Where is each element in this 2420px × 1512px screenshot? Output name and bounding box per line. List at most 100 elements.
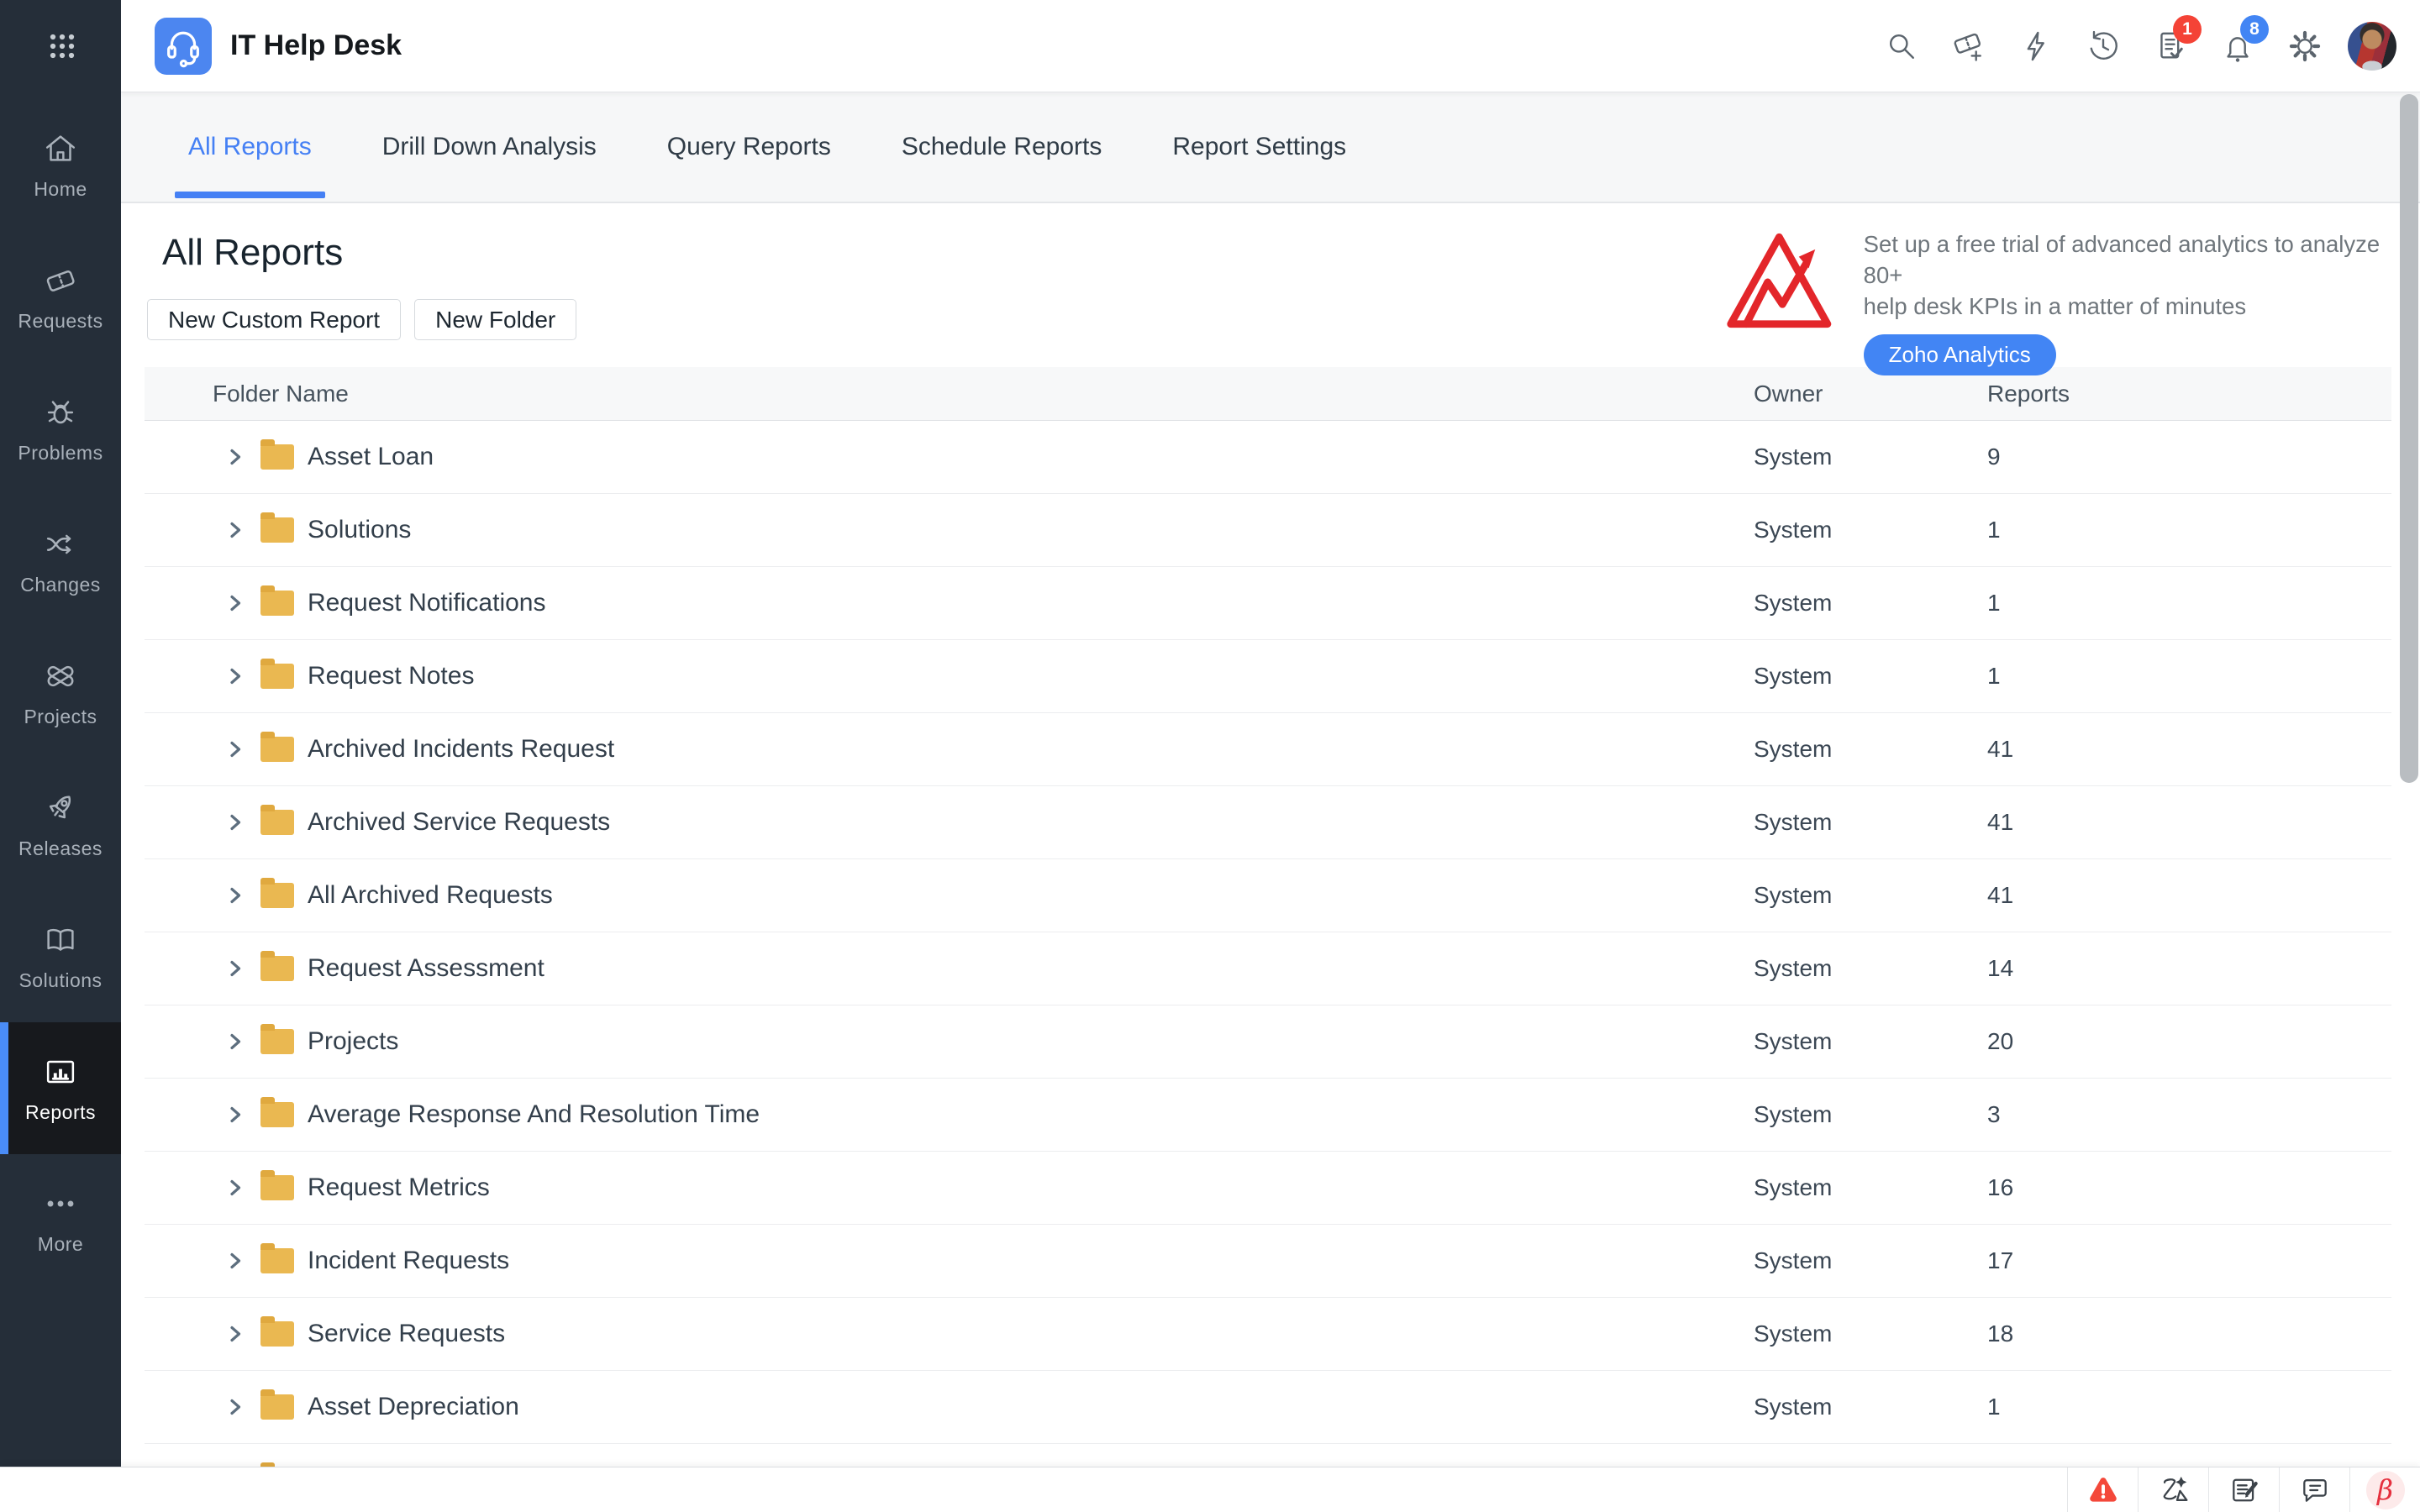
owner-cell: System [1748,955,1987,982]
notifications-button[interactable]: 8 [2218,27,2257,66]
settings-button[interactable] [2286,27,2324,66]
sidebar-item-solutions[interactable]: Solutions [0,890,121,1022]
reports-tab-bar: All Reports Drill Down Analysis Query Repo… [121,92,2420,203]
history-button[interactable] [2084,27,2123,66]
zoho-analytics-logo-icon [1722,220,1837,339]
sidebar-item-home[interactable]: Home [0,99,121,231]
table-row[interactable]: Request NotificationsSystem1 [145,567,2391,640]
settings-icon [2286,28,2323,65]
zia-button[interactable] [2138,1467,2208,1512]
tab-schedule-reports[interactable]: Schedule Reports [902,92,1102,202]
folder-name: Service Requests [308,1320,505,1348]
owner-cell: System [1748,1320,1987,1347]
folder-name: Projects [308,1027,398,1056]
table-row[interactable]: Asset DepreciationSystem1 [145,1371,2391,1444]
sidebar-item-more[interactable]: More [0,1154,121,1286]
sidebar-item-releases[interactable]: Releases [0,759,121,890]
folder-name: Average Response And Resolution Time [308,1100,760,1129]
folder-name-cell: Request Assessment [145,954,1748,983]
expand-chevron-icon[interactable] [225,885,245,906]
beta-button[interactable]: β [2349,1467,2420,1512]
expand-chevron-icon[interactable] [225,739,245,759]
add-ticket-button[interactable] [1949,27,1988,66]
expand-chevron-icon[interactable] [225,520,245,540]
folder-icon [260,664,294,689]
zoho-analytics-button[interactable]: Zoho Analytics [1864,334,2056,375]
quick-actions-button[interactable] [2017,27,2055,66]
expand-chevron-icon[interactable] [225,958,245,979]
column-header-reports: Reports [1987,381,2391,407]
bottom-toolbar: β [0,1467,2420,1512]
expand-chevron-icon[interactable] [225,447,245,467]
table-row[interactable]: Projects System20 [145,1005,2391,1079]
vertical-scrollbar-thumb[interactable] [2400,94,2418,783]
new-custom-report-button[interactable]: New Custom Report [147,299,401,340]
table-row[interactable]: Incident RequestsSystem17 [145,1225,2391,1298]
table-row[interactable]: Asset LoanSystem9 [145,421,2391,494]
expand-chevron-icon[interactable] [225,1324,245,1344]
alert-button[interactable] [2067,1467,2138,1512]
reports-count-cell: 3 [1987,1101,2391,1128]
reports-count-cell: 1 [1987,590,2391,617]
table-row[interactable]: Average Response And Resolution TimeSyst… [145,1079,2391,1152]
promo-text-line2: help desk KPIs in a matter of minutes [1864,291,2420,322]
table-row[interactable]: Archived Incidents RequestSystem41 [145,713,2391,786]
table-row[interactable]: Service RequestsSystem18 [145,1298,2391,1371]
sidebar-item-changes[interactable]: Changes [0,495,121,627]
table-row[interactable]: Request MetricsSystem16 [145,1152,2391,1225]
approvals-button[interactable]: 1 [2151,27,2190,66]
sidebar-item-problems[interactable]: Problems [0,363,121,495]
sidebar-item-requests[interactable]: Requests [0,231,121,363]
sidebar-item-projects[interactable]: Projects [0,627,121,759]
folder-name: Request Assessment [308,954,544,983]
reports-count-cell: 20 [1987,1028,2391,1055]
folder-name-cell: All Archived Requests [145,881,1748,910]
expand-chevron-icon[interactable] [225,1178,245,1198]
sidebar-item-label: More [38,1233,83,1256]
folder-name: Request Metrics [308,1173,490,1202]
user-avatar[interactable] [2348,22,2396,71]
avatar-button[interactable] [2353,27,2391,66]
search-button[interactable] [1882,27,1921,66]
tab-query-reports[interactable]: Query Reports [667,92,831,202]
expand-chevron-icon[interactable] [225,1105,245,1125]
new-folder-button[interactable]: New Folder [414,299,576,340]
expand-chevron-icon[interactable] [225,593,245,613]
tab-drill-down-analysis[interactable]: Drill Down Analysis [382,92,597,202]
table-row[interactable]: Archived Service RequestsSystem41 [145,786,2391,859]
folder-icon [260,1321,294,1347]
owner-cell: System [1748,1028,1987,1055]
sidebar-item-label: Releases [18,837,103,860]
expand-chevron-icon[interactable] [225,812,245,832]
owner-cell: System [1748,590,1987,617]
folder-name: Incident Requests [308,1247,509,1275]
home-icon [41,129,80,168]
folder-icon [260,1394,294,1420]
sidebar-item-label: Solutions [18,969,102,992]
sidebar-nav: HomeRequestsProblemsChangesProjects Relea… [0,99,121,1286]
tab-all-reports[interactable]: All Reports [188,92,312,202]
expand-chevron-icon[interactable] [225,666,245,686]
table-row[interactable]: Request NotesSystem1 [145,640,2391,713]
app-launcher-button[interactable] [44,28,81,65]
feedback-button[interactable] [2208,1467,2279,1512]
table-row[interactable]: All Archived RequestsSystem41 [145,859,2391,932]
sidebar-item-reports[interactable]: Reports [0,1022,121,1154]
report-folders-table: Folder Name Owner Reports Asset LoanSyst… [145,367,2391,1467]
table-row[interactable]: Request AssessmentSystem14 [145,932,2391,1005]
folder-name-cell: Request Notes [145,662,1748,690]
table-row[interactable]: SolutionsSystem1 [145,494,2391,567]
table-row[interactable]: All RequestsSystem14 [145,1444,2391,1467]
folder-icon [260,737,294,762]
promo-text-line1: Set up a free trial of advanced analytic… [1864,228,2420,291]
owner-cell: System [1748,663,1987,690]
expand-chevron-icon[interactable] [225,1251,245,1271]
expand-chevron-icon[interactable] [225,1397,245,1417]
chat-icon [2297,1473,2333,1508]
tab-report-settings[interactable]: Report Settings [1172,92,1346,202]
expand-chevron-icon[interactable] [225,1032,245,1052]
main-content: All Reports New Custom ReportNew Folder … [121,203,2420,1467]
folder-name: Request Notes [308,662,474,690]
chat-button[interactable] [2279,1467,2349,1512]
add-ticket-icon [1950,28,1987,65]
